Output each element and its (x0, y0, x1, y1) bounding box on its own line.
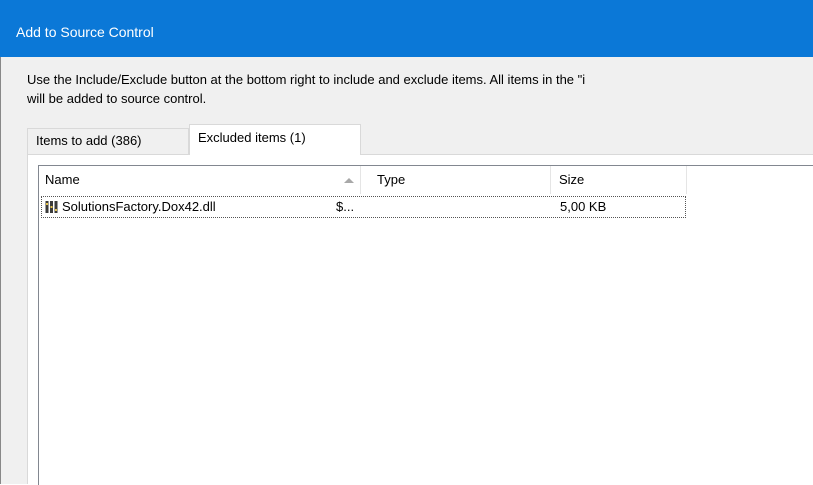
sort-ascending-icon (344, 178, 354, 183)
tab-items-to-add[interactable]: Items to add (386) (27, 128, 189, 154)
column-header-name[interactable]: Name (39, 166, 361, 194)
item-size: 5,00 KB (560, 199, 607, 214)
item-extra: $... (336, 199, 355, 214)
title-bar[interactable]: Add to Source Control (0, 0, 813, 57)
excluded-items-list[interactable]: Name Type Size SolutionsFactory.Dox42.dl… (38, 165, 813, 485)
instructions-text: Use the Include/Exclude button at the bo… (27, 70, 813, 108)
column-header-size[interactable]: Size (551, 166, 687, 194)
dialog-body: Use the Include/Exclude button at the bo… (0, 57, 813, 485)
list-item[interactable]: SolutionsFactory.Dox42.dll $... 5,00 KB (41, 196, 686, 218)
column-header-size-label: Size (559, 172, 585, 187)
window-title: Add to Source Control (16, 24, 154, 40)
tab-strip: Items to add (386) Excluded items (1) (27, 124, 813, 155)
column-header-type-label: Type (377, 172, 406, 187)
tab-excluded-items[interactable]: Excluded items (1) (189, 124, 361, 155)
item-name: SolutionsFactory.Dox42.dll (62, 199, 216, 214)
instructions-line-1: Use the Include/Exclude button at the bo… (27, 72, 586, 87)
dll-file-icon (45, 201, 58, 213)
list-header: Name Type Size (39, 166, 813, 194)
excluded-items-panel: Name Type Size SolutionsFactory.Dox42.dl… (27, 154, 813, 485)
column-header-name-label: Name (45, 172, 80, 187)
column-header-type[interactable]: Type (361, 166, 551, 194)
instructions-line-2: will be added to source control. (27, 91, 207, 106)
